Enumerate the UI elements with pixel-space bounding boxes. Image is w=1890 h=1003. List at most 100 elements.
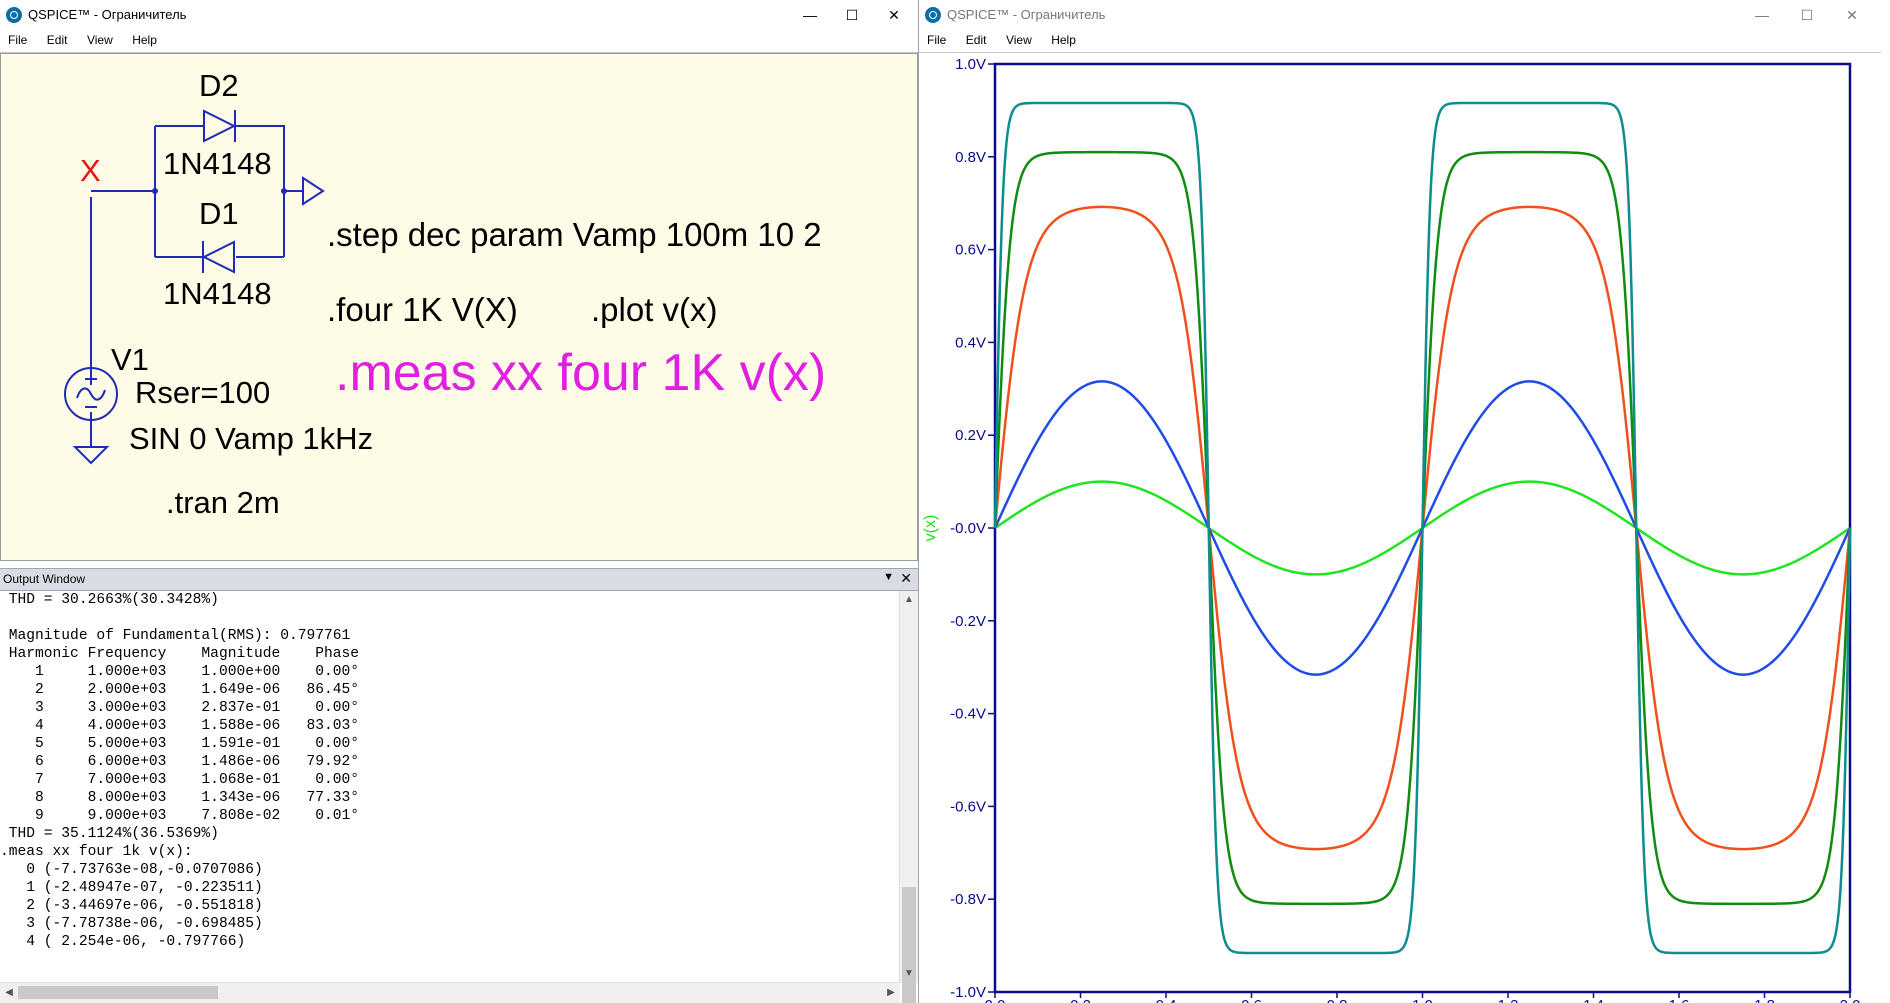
menu-edit[interactable]: Edit [958,30,994,52]
right-menubar: File Edit View Help [919,30,1881,53]
menu-view[interactable]: View [79,30,120,52]
ground-symbol-bottom [72,446,110,465]
scroll-thumb[interactable] [902,887,916,1003]
left-titlebar[interactable]: QSPICE™ - Ограничитель — ☐ ✕ [0,0,918,30]
output-line: 3 (-7.78738e-06, -0.698485) [0,916,263,932]
output-line: 4 4.000e+03 1.588e-06 83.03° [0,718,360,734]
output-window-header: Output Window ▼ ✕ [0,568,918,591]
close-icon[interactable]: ✕ [900,570,912,587]
y-tick-label: 1.0V [955,56,986,73]
output-line: 1 (-2.48947e-07, -0.223511) [0,880,263,896]
minimize-button[interactable]: — [792,4,828,26]
y-tick-label: -1.0V [950,984,986,1001]
x-tick-label: 1.4 [1583,997,1604,1003]
diode-d1-symbol [201,240,235,274]
x-tick-label: 0.4 [1156,997,1177,1003]
output-line: .meas xx four 1k v(x): [0,844,193,860]
directive-meas: .meas xx four 1K v(x) [335,344,826,402]
output-line: 6 6.000e+03 1.486e-06 79.92° [0,754,360,770]
output-line: 1 1.000e+03 1.000e+00 0.00° [0,664,360,680]
output-text[interactable]: THD = 30.2663%(30.3428%) Magnitude of Fu… [0,591,900,983]
directive-plot: .plot v(x) [591,291,718,328]
directive-step: .step dec param Vamp 100m 10 2 [327,216,822,253]
y-tick-label: -0.0V [950,520,986,537]
output-line: 0 (-7.73763e-08,-0.0707086) [0,862,263,878]
menu-help[interactable]: Help [124,30,164,52]
output-line: THD = 30.2663%(30.3428%) [0,592,219,608]
y-tick-label: 0.4V [955,334,986,351]
y-tick-label: -0.8V [950,891,986,908]
label-v1: V1 [111,342,149,377]
qspice-app-icon [925,7,941,23]
waveform-plot[interactable]: 1.0V 0.8V 0.6V 0.4V 0.2V -0.0V -0.2V -0.4V -0.6V… [919,53,1881,1003]
close-button[interactable]: ✕ [1834,4,1870,26]
schematic-drawing: D2 1N4148 D1 1N4148 X V1 Rser=100 SIN 0 … [64,68,826,520]
output-window-title: Output Window [3,572,86,586]
menu-edit[interactable]: Edit [39,30,75,52]
x-tick-label: 0.0 [985,997,1006,1003]
x-tick-label: 0.2 [1070,997,1091,1003]
output-line: Harmonic Frequency Magnitude Phase [0,646,360,662]
x-tick-label: 0.6 [1241,997,1262,1003]
label-node-x: X [80,153,101,188]
label-d1-model: 1N4148 [163,276,272,311]
label-d2-model: 1N4148 [163,146,272,181]
directive-tran: .tran 2m [166,485,280,520]
output-line: 5 5.000e+03 1.591e-01 0.00° [0,736,360,752]
x-tick-label: 1.0 [1412,997,1433,1003]
left-window: QSPICE™ - Ограничитель — ☐ ✕ File Edit V… [0,0,919,1003]
output-window: Output Window ▼ ✕ THD = 30.2663%(30.3428… [0,568,918,1003]
minimize-button[interactable]: — [1744,4,1780,26]
qspice-app-icon [6,7,22,23]
scroll-up-icon[interactable]: ▲ [900,591,918,609]
close-button[interactable]: ✕ [876,4,912,26]
menu-help[interactable]: Help [1043,30,1083,52]
scroll-left-icon[interactable]: ◀ [0,983,18,1003]
label-rser: Rser=100 [135,375,270,410]
x-tick-label: 1.6 [1669,997,1690,1003]
output-line: 2 (-3.44697e-06, -0.551818) [0,898,263,914]
vertical-scrollbar[interactable]: ▲ ▼ [899,591,918,1003]
output-line: 8 8.000e+03 1.343e-06 77.33° [0,790,360,806]
directive-four: .four 1K V(X) [327,291,518,328]
menu-file[interactable]: File [919,30,953,52]
schematic-canvas[interactable]: D2 1N4148 D1 1N4148 X V1 Rser=100 SIN 0 … [0,53,918,561]
waveform-chart: 1.0V 0.8V 0.6V 0.4V 0.2V -0.0V -0.2V -0.4V -0.6V… [922,56,1861,1003]
maximize-button[interactable]: ☐ [1789,4,1825,26]
right-titlebar[interactable]: QSPICE™ - Ограничитель — ☐ ✕ [919,0,1881,30]
output-line: 4 ( 2.254e-06, -0.797766) [0,934,246,950]
y-tick-label: -0.2V [950,613,986,630]
diode-d2-symbol [203,109,237,143]
output-line: 7 7.000e+03 1.068e-01 0.00° [0,772,360,788]
output-line: 9 9.000e+03 7.808e-02 0.01° [0,808,360,824]
ground-symbol-right [302,176,325,206]
dropdown-arrow-icon[interactable]: ▼ [883,571,894,583]
y-axis-label: v(x) [922,515,939,542]
y-tick-label: -0.6V [950,798,986,815]
x-tick-label: 2.0 [1840,997,1861,1003]
right-window-title: QSPICE™ - Ограничитель [947,7,1106,22]
output-line: Magnitude of Fundamental(RMS): 0.797761 [0,628,351,644]
output-line: 2 2.000e+03 1.649e-06 86.45° [0,682,360,698]
y-tick-label: 0.8V [955,149,986,166]
scroll-thumb-horizontal[interactable] [18,986,218,999]
output-line: THD = 35.1124%(36.5369%) [0,826,219,842]
x-tick-label: 1.8 [1754,997,1775,1003]
maximize-button[interactable]: ☐ [834,4,870,26]
menu-file[interactable]: File [0,30,34,52]
label-d1: D1 [199,196,239,231]
horizontal-scrollbar[interactable]: ◀ ▶ [0,982,900,1003]
scroll-down-icon[interactable]: ▼ [900,965,918,983]
scroll-right-icon[interactable]: ▶ [882,983,900,1003]
left-menubar: File Edit View Help [0,30,918,53]
x-tick-label: 0.8 [1327,997,1348,1003]
label-sin-source: SIN 0 Vamp 1kHz [129,421,373,456]
junction-dot [281,188,287,194]
y-tick-label: -0.4V [950,706,986,723]
y-tick-label: 0.6V [955,242,986,259]
right-window: QSPICE™ - Ограничитель — ☐ ✕ File Edit V… [919,0,1881,1003]
junction-dot [152,188,158,194]
menu-view[interactable]: View [998,30,1039,52]
left-window-title: QSPICE™ - Ограничитель [28,7,187,22]
